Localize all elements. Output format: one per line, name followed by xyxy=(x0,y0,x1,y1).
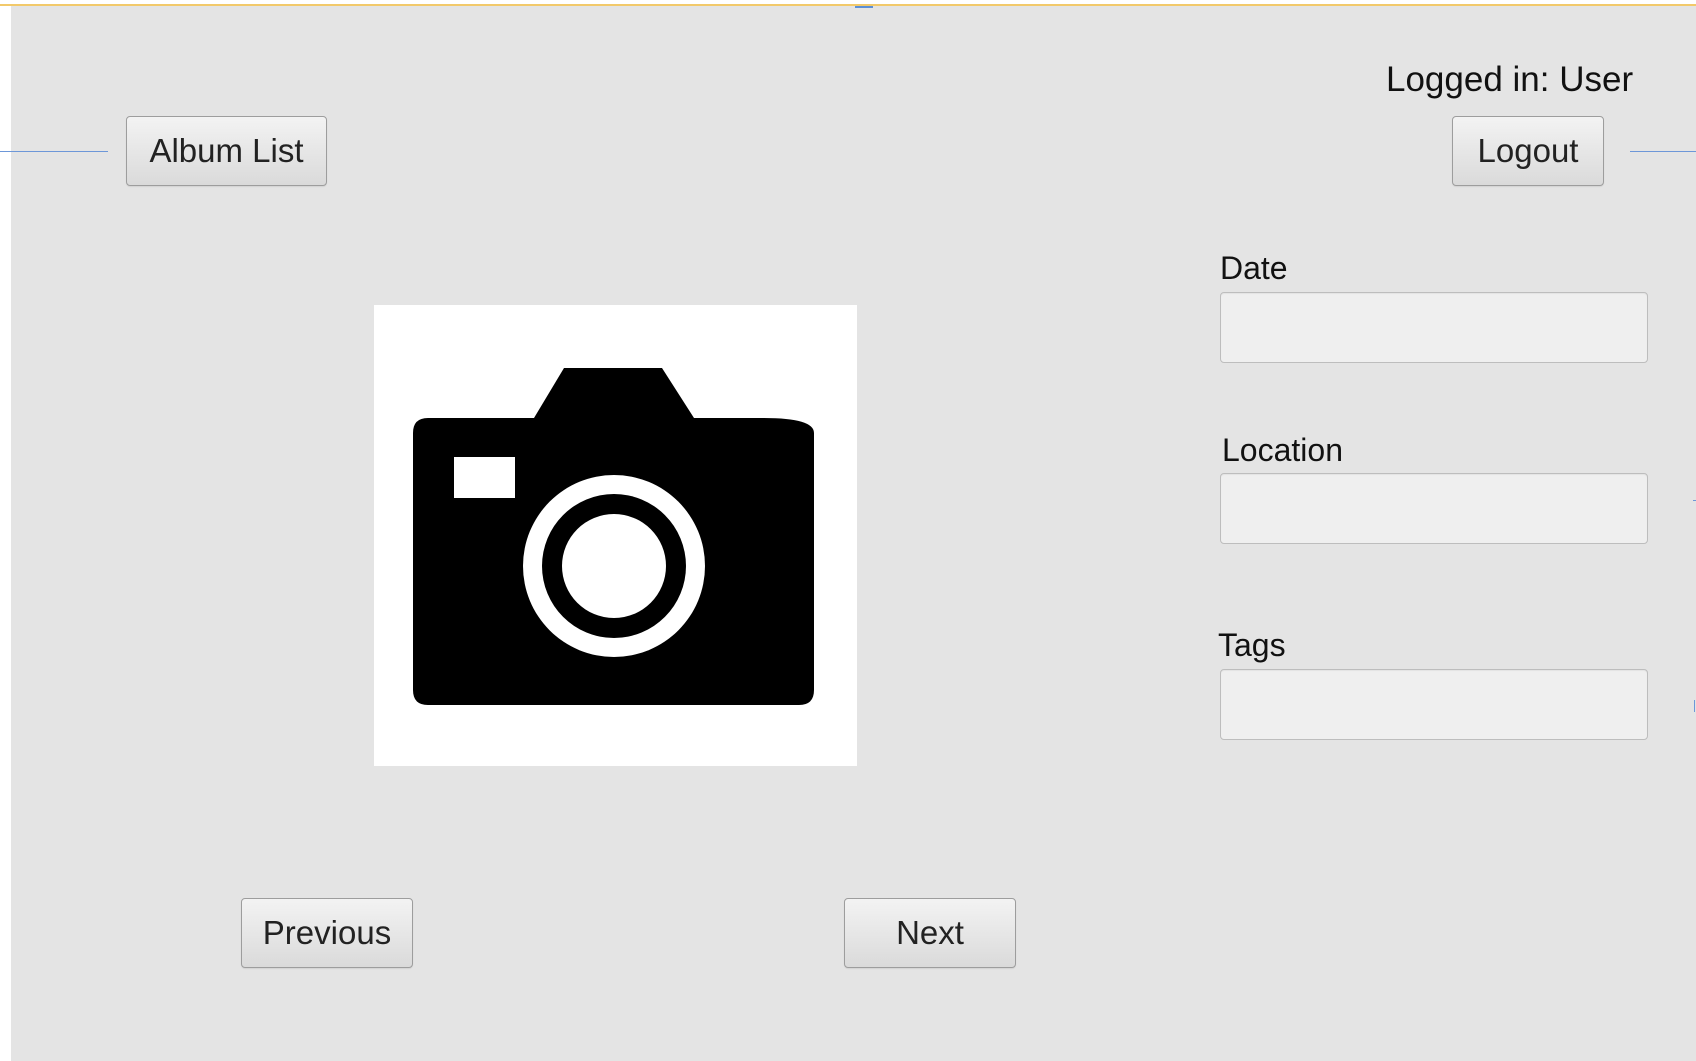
window-top-border xyxy=(0,4,1696,6)
next-button[interactable]: Next xyxy=(844,898,1016,968)
tags-field[interactable] xyxy=(1220,669,1648,740)
window: Album List Logged in: User Logout Date L… xyxy=(0,0,1696,1061)
left-guide-line xyxy=(0,151,108,152)
photo-display xyxy=(374,305,857,766)
tags-label: Tags xyxy=(1218,627,1286,663)
camera-icon xyxy=(413,368,814,705)
right-guide-line xyxy=(1630,151,1696,152)
location-label: Location xyxy=(1222,432,1343,468)
location-field[interactable] xyxy=(1220,473,1648,544)
logout-button[interactable]: Logout xyxy=(1452,116,1604,186)
date-label: Date xyxy=(1220,250,1288,286)
top-guide-marker xyxy=(855,6,873,8)
tags-guide-tick xyxy=(1694,700,1695,712)
date-field[interactable] xyxy=(1220,292,1648,363)
previous-button[interactable]: Previous xyxy=(241,898,413,968)
logged-in-label: Logged in: User xyxy=(1386,60,1634,99)
album-list-button[interactable]: Album List xyxy=(126,116,327,186)
